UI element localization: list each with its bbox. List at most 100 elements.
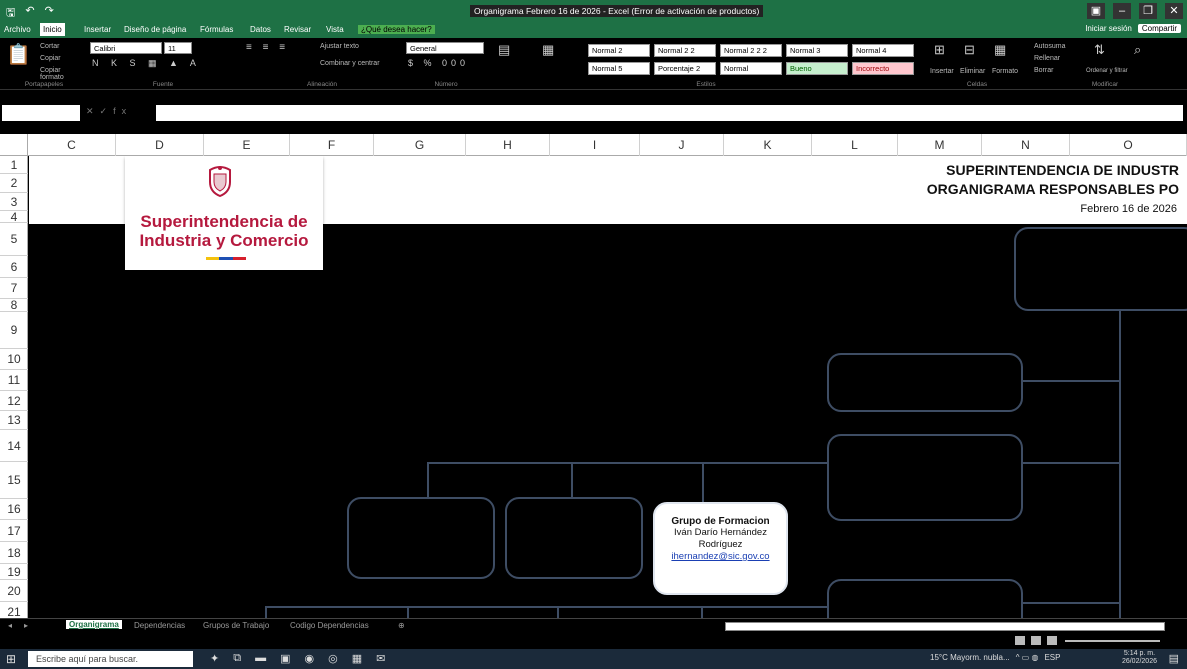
row-header[interactable]: 6: [0, 256, 28, 278]
tab-insertar[interactable]: Insertar: [84, 25, 111, 34]
style-normal-2-2[interactable]: Normal 2 2: [654, 44, 716, 57]
delete-cells-icon[interactable]: ⊟: [964, 42, 975, 58]
column-header[interactable]: E: [204, 134, 290, 156]
sheet-grid[interactable]: Superintendencia de Industria y Comercio…: [29, 156, 1187, 622]
save-icon[interactable]: 🖫: [6, 4, 15, 23]
language-indicator[interactable]: ESP: [1044, 653, 1060, 662]
org-node-formacion[interactable]: Grupo de Formacion Iván Darío Hernández …: [653, 502, 788, 595]
clear-button[interactable]: Borrar: [1034, 67, 1053, 74]
column-header[interactable]: H: [466, 134, 550, 156]
column-header[interactable]: N: [982, 134, 1070, 156]
style-normal-4[interactable]: Normal 4: [852, 44, 914, 57]
ribbon-display-icon[interactable]: ▣: [1087, 3, 1105, 19]
notifications-icon[interactable]: ▤: [1169, 652, 1179, 665]
copy-button[interactable]: Copiar: [40, 55, 61, 62]
name-box[interactable]: [2, 105, 80, 121]
outlook-icon[interactable]: ✉: [376, 652, 385, 665]
page-layout-icon[interactable]: [1031, 636, 1041, 645]
column-header[interactable]: M: [898, 134, 982, 156]
merge-center-button[interactable]: Combinar y centrar: [320, 60, 380, 67]
column-header[interactable]: O: [1070, 134, 1187, 156]
tab-vista[interactable]: Vista: [326, 25, 344, 34]
org-node[interactable]: [827, 434, 1023, 521]
weather-widget[interactable]: 15°C Mayorm. nubla...: [930, 653, 1010, 662]
row-header[interactable]: 7: [0, 278, 28, 299]
paste-icon[interactable]: 📋: [6, 42, 31, 67]
org-node[interactable]: [505, 497, 643, 579]
row-header[interactable]: 1: [0, 156, 28, 174]
column-header[interactable]: D: [116, 134, 204, 156]
sheet-tab-organigrama[interactable]: Organigrama: [66, 620, 122, 629]
tab-diseno[interactable]: Diseño de página: [124, 25, 186, 34]
edge-icon[interactable]: ◉: [304, 652, 314, 665]
row-header[interactable]: 4: [0, 211, 28, 223]
style-incorrecto[interactable]: Incorrecto: [852, 62, 914, 75]
normal-view-icon[interactable]: [1015, 636, 1025, 645]
style-normal-5[interactable]: Normal 5: [588, 62, 650, 75]
prev-sheet-icon[interactable]: ◂: [8, 621, 12, 630]
row-header[interactable]: 12: [0, 391, 28, 411]
excel-icon[interactable]: ▦: [352, 652, 362, 665]
row-header[interactable]: 18: [0, 542, 28, 564]
add-sheet-icon[interactable]: ⊕: [398, 621, 405, 630]
tab-archivo[interactable]: Archivo: [4, 25, 31, 34]
enter-icon[interactable]: ✓: [100, 106, 114, 116]
taskbar-search[interactable]: Escribe aquí para buscar.: [28, 651, 193, 667]
row-header[interactable]: 3: [0, 193, 28, 211]
row-header[interactable]: 5: [0, 223, 28, 256]
format-cells-icon[interactable]: ▦: [994, 42, 1006, 58]
style-porcentaje-2[interactable]: Porcentaje 2: [654, 62, 716, 75]
row-header[interactable]: 11: [0, 370, 28, 391]
tray-icons[interactable]: ^ ▭ ◍: [1016, 653, 1039, 662]
row-header[interactable]: 10: [0, 349, 28, 370]
tab-datos[interactable]: Datos: [250, 25, 271, 34]
number-format-icons[interactable]: $ % 000: [408, 58, 469, 68]
select-all-corner[interactable]: [0, 134, 28, 156]
undo-icon[interactable]: ↶: [25, 4, 34, 23]
formula-input[interactable]: [156, 105, 1183, 121]
row-header[interactable]: 16: [0, 499, 28, 520]
column-header[interactable]: I: [550, 134, 640, 156]
close-icon[interactable]: ✕: [1165, 3, 1183, 19]
insert-cells-icon[interactable]: ⊞: [934, 42, 945, 58]
fx-icon[interactable]: fx: [113, 106, 132, 116]
widgets-icon[interactable]: ✦: [210, 652, 219, 665]
horizontal-scrollbar[interactable]: [725, 622, 1165, 631]
row-header[interactable]: 20: [0, 580, 28, 602]
org-node[interactable]: [347, 497, 495, 579]
minimize-icon[interactable]: –: [1113, 3, 1131, 19]
number-format-select[interactable]: General: [406, 42, 484, 54]
style-normal-3[interactable]: Normal 3: [786, 44, 848, 57]
sign-in-link[interactable]: Iniciar sesión: [1085, 24, 1132, 33]
style-bueno[interactable]: Bueno: [786, 62, 848, 75]
sort-filter-icon[interactable]: ⇅: [1094, 42, 1105, 58]
task-view-icon[interactable]: ⧉: [233, 652, 241, 665]
column-header[interactable]: F: [290, 134, 374, 156]
column-header[interactable]: G: [374, 134, 466, 156]
tell-me-input[interactable]: ¿Qué desea hacer?: [358, 25, 435, 34]
cut-button[interactable]: Cortar: [40, 43, 59, 50]
zoom-slider[interactable]: [1065, 640, 1160, 642]
format-table-icon[interactable]: ▦: [542, 42, 554, 58]
autosum-button[interactable]: Autosuma: [1034, 43, 1066, 50]
format-painter-button[interactable]: Copiar formato: [40, 67, 84, 81]
row-header[interactable]: 17: [0, 520, 28, 542]
next-sheet-icon[interactable]: ▸: [24, 621, 28, 630]
find-select-icon[interactable]: ⌕: [1134, 42, 1141, 58]
tab-revisar[interactable]: Revisar: [284, 25, 311, 34]
style-normal[interactable]: Normal: [720, 62, 782, 75]
row-header[interactable]: 13: [0, 411, 28, 430]
delete-cells-button[interactable]: Eliminar: [960, 68, 985, 75]
store-icon[interactable]: ▣: [280, 652, 290, 665]
align-icons[interactable]: ≡ ≡ ≡: [246, 42, 289, 53]
node-email[interactable]: ihernandez@sic.gov.co: [655, 551, 786, 562]
format-cells-button[interactable]: Formato: [992, 68, 1018, 75]
sheet-tab-grupos[interactable]: Grupos de Trabajo: [203, 621, 269, 630]
style-normal-2-2-2[interactable]: Normal 2 2 2: [720, 44, 782, 57]
share-button[interactable]: Compartir: [1137, 24, 1181, 33]
file-explorer-icon[interactable]: ▬: [255, 652, 266, 665]
row-header[interactable]: 14: [0, 430, 28, 462]
conditional-format-icon[interactable]: ▤: [498, 42, 510, 58]
row-header[interactable]: 2: [0, 174, 28, 193]
org-node[interactable]: [1014, 227, 1187, 311]
